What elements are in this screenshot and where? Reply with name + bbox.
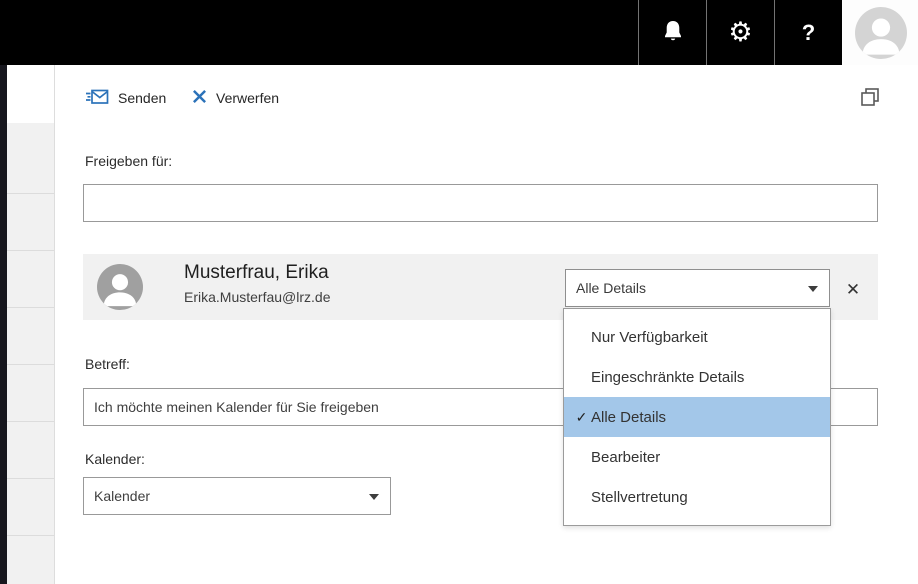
chevron-down-icon <box>808 286 818 292</box>
gear-icon: ⚙ <box>728 19 752 46</box>
recipient-avatar <box>97 264 143 310</box>
send-icon <box>85 88 109 109</box>
settings-button[interactable]: ⚙ <box>706 0 774 65</box>
background-toolbar-sliver <box>7 65 54 123</box>
dropdown-option[interactable]: Eingeschränkte Details <box>564 357 830 397</box>
calendar-select-value: Kalender <box>84 488 150 504</box>
screen: ⚙ ? Senden <box>0 0 918 584</box>
help-button[interactable]: ? <box>774 0 842 65</box>
dropdown-option-label: Nur Verfügbarkeit <box>591 329 708 346</box>
calendar-select[interactable]: Kalender <box>83 477 391 515</box>
remove-recipient-button[interactable]: ✕ <box>841 277 865 301</box>
permission-select-value: Alle Details <box>566 280 646 296</box>
background-grid-rows <box>7 137 54 584</box>
share-with-input[interactable] <box>83 184 878 222</box>
dropdown-option-label: Eingeschränkte Details <box>591 369 744 386</box>
popout-button[interactable] <box>858 86 882 110</box>
check-icon: ✓ <box>572 409 591 426</box>
topbar: ⚙ ? <box>0 0 918 65</box>
left-nav-edge <box>0 65 7 584</box>
permission-option-list: Nur Verfügbarkeit Eingeschränkte Details… <box>563 308 831 526</box>
recipient-name: Musterfrau, Erika <box>184 262 329 284</box>
help-icon: ? <box>802 20 815 46</box>
permission-select[interactable]: Alle Details <box>565 269 830 307</box>
dropdown-option[interactable]: Stellvertretung <box>564 477 830 517</box>
dropdown-option-label: Stellvertretung <box>591 489 688 506</box>
discard-x-icon <box>192 89 207 107</box>
chevron-down-icon <box>369 494 379 500</box>
account-avatar-button[interactable] <box>842 0 918 65</box>
discard-button[interactable]: Verwerfen <box>192 84 279 112</box>
calendar-label: Kalender: <box>85 451 145 467</box>
dropdown-option[interactable]: Nur Verfügbarkeit <box>564 317 830 357</box>
share-with-label: Freigeben für: <box>85 153 172 169</box>
discard-button-label: Verwerfen <box>216 90 279 106</box>
subject-label: Betreff: <box>85 356 130 372</box>
dropdown-option[interactable]: ✓ Alle Details <box>564 397 830 437</box>
dropdown-option-label: Bearbeiter <box>591 449 660 466</box>
dropdown-option-label: Alle Details <box>591 409 666 426</box>
recipient-email: Erika.Musterfau@lrz.de <box>184 289 330 305</box>
user-avatar <box>855 7 907 59</box>
dropdown-option[interactable]: Bearbeiter <box>564 437 830 477</box>
send-button[interactable]: Senden <box>85 84 166 112</box>
bell-icon <box>662 19 684 46</box>
send-button-label: Senden <box>118 90 166 106</box>
popout-icon <box>859 96 881 111</box>
notifications-button[interactable] <box>638 0 706 65</box>
background-calendar-sliver <box>7 65 55 584</box>
